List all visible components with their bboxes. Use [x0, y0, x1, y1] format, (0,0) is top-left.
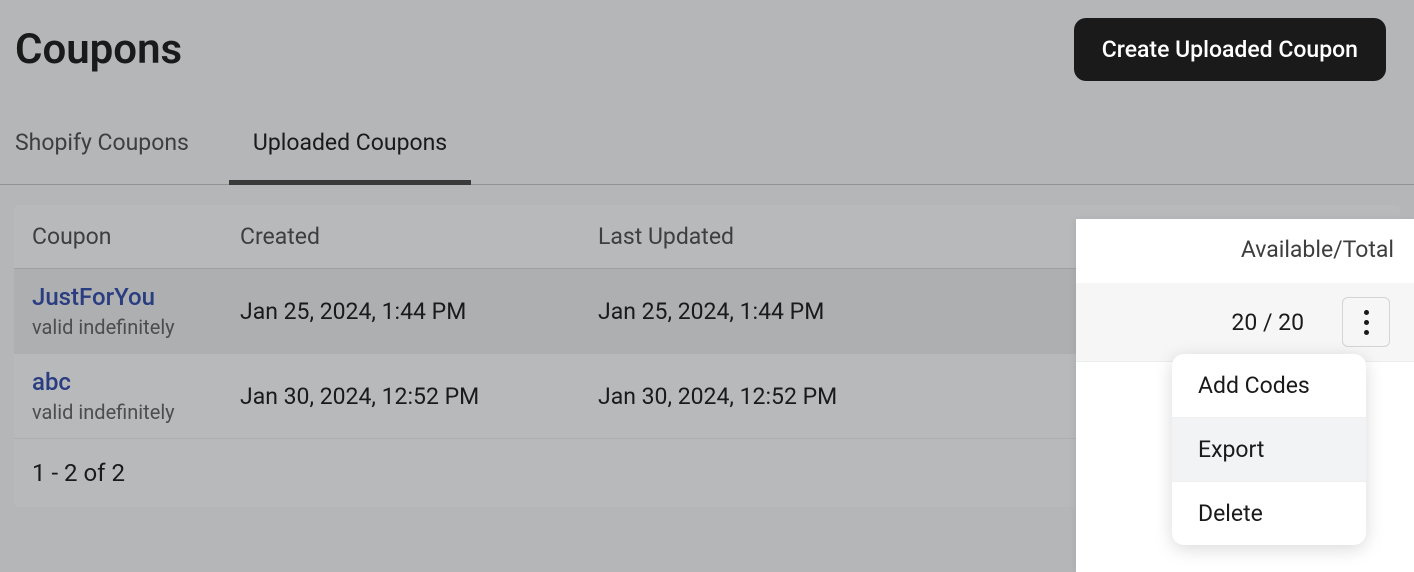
coupon-name-link[interactable]: JustForYou: [32, 283, 240, 311]
coupon-validity: valid indefinitely: [32, 400, 240, 424]
menu-item-export[interactable]: Export: [1172, 418, 1366, 482]
updated-cell: Jan 30, 2024, 12:52 PM: [598, 383, 1122, 410]
menu-item-delete[interactable]: Delete: [1172, 482, 1366, 545]
available-total-value: 20 / 20: [1231, 309, 1304, 336]
row-actions-button[interactable]: [1342, 297, 1390, 347]
column-created: Created: [240, 223, 598, 250]
tab-uploaded-coupons[interactable]: Uploaded Coupons: [229, 129, 471, 184]
created-cell: Jan 25, 2024, 1:44 PM: [240, 298, 598, 325]
coupon-validity: valid indefinitely: [32, 315, 240, 339]
coupon-cell: abc valid indefinitely: [32, 368, 240, 424]
page-header: Coupons Create Uploaded Coupon: [0, 0, 1414, 81]
created-cell: Jan 30, 2024, 12:52 PM: [240, 383, 598, 410]
coupon-cell: JustForYou valid indefinitely: [32, 283, 240, 339]
create-uploaded-coupon-button[interactable]: Create Uploaded Coupon: [1074, 18, 1386, 81]
row-actions-menu: Add Codes Export Delete: [1172, 354, 1366, 545]
column-last-updated: Last Updated: [598, 223, 1122, 250]
tabs-bar: Shopify Coupons Uploaded Coupons: [0, 129, 1414, 185]
column-available-total: Available/Total: [1076, 219, 1414, 283]
page-title: Coupons: [15, 25, 182, 74]
kebab-icon: [1364, 310, 1369, 335]
coupon-name-link[interactable]: abc: [32, 368, 240, 396]
column-coupon: Coupon: [32, 223, 240, 250]
tab-shopify-coupons[interactable]: Shopify Coupons: [15, 129, 229, 184]
menu-item-add-codes[interactable]: Add Codes: [1172, 354, 1366, 418]
updated-cell: Jan 25, 2024, 1:44 PM: [598, 298, 1122, 325]
available-row: 20 / 20: [1076, 283, 1414, 362]
